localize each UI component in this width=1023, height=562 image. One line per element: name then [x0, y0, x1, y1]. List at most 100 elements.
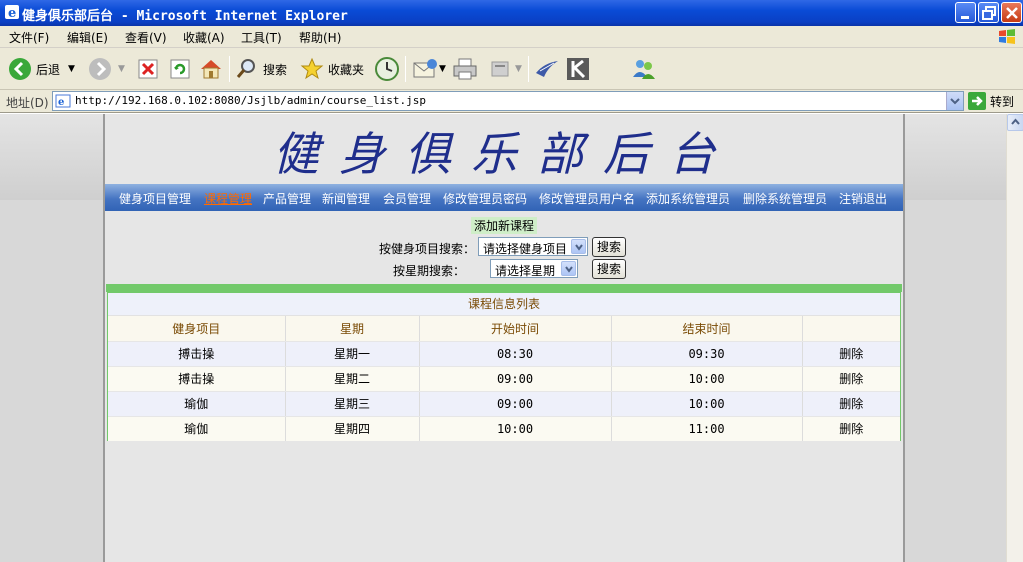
page-viewport: 健身俱乐部后台 健身项目管理 课程管理 产品管理 新闻管理 会员管理 修改管理员…	[0, 114, 1006, 562]
nav-courses[interactable]: 课程管理	[204, 190, 252, 207]
history-icon	[375, 57, 399, 81]
nav-add-admin[interactable]: 添加系统管理员	[646, 190, 730, 207]
table-row: 搏击操 星期一 08:30 09:30 删除	[108, 341, 900, 367]
chevron-down-icon	[571, 239, 586, 254]
delete-link[interactable]: 删除	[802, 341, 900, 367]
refresh-button[interactable]	[169, 54, 191, 84]
site-title: 健身俱乐部后台	[273, 127, 735, 181]
page-header: 健身俱乐部后台	[105, 114, 903, 184]
edit-button[interactable]: ▼	[490, 54, 522, 84]
edit-dropdown-icon[interactable]: ▼	[515, 64, 522, 74]
contacts-button[interactable]	[631, 54, 657, 84]
forward-dropdown-icon[interactable]: ▼	[118, 64, 125, 74]
search-icon	[236, 59, 255, 78]
address-input[interactable]: e http://192.168.0.102:8080/Jsjlb/admin/…	[52, 91, 964, 111]
nav-products[interactable]: 产品管理	[263, 190, 311, 207]
window-titlebar: e 健身俱乐部后台 - Microsoft Internet Explorer	[0, 0, 1023, 26]
address-url: http://192.168.0.102:8080/Jsjlb/admin/co…	[75, 94, 426, 107]
history-button[interactable]	[374, 54, 400, 84]
nav-delete-admin[interactable]: 删除系统管理员	[743, 190, 827, 207]
menu-view[interactable]: 查看(V)	[125, 29, 167, 46]
nav-fitness-projects[interactable]: 健身项目管理	[119, 190, 191, 207]
back-button[interactable]: 后退 ▼	[8, 54, 75, 84]
cell-project: 搏击操	[108, 366, 286, 392]
stop-icon	[138, 59, 158, 79]
search-label: 搜索	[263, 62, 288, 77]
svg-text:e: e	[8, 6, 16, 20]
favorites-button[interactable]: 收藏夹	[300, 54, 364, 84]
vertical-scrollbar[interactable]	[1006, 114, 1023, 562]
project-select[interactable]: 请选择健身项目	[478, 237, 588, 256]
forward-button[interactable]: ▼	[88, 54, 125, 84]
menu-edit[interactable]: 编辑(E)	[67, 29, 108, 46]
refresh-icon	[170, 59, 190, 79]
menu-tools[interactable]: 工具(T)	[241, 29, 282, 46]
search-weekday-button[interactable]: 搜索	[592, 259, 626, 279]
table-row: 搏击操 星期二 09:00 10:00 删除	[108, 366, 900, 392]
cell-weekday: 星期二	[285, 366, 420, 392]
scroll-up-button[interactable]	[1007, 114, 1023, 131]
nav-news[interactable]: 新闻管理	[322, 190, 370, 207]
mail-button[interactable]: ▼	[412, 54, 446, 84]
forward-arrow-icon	[89, 58, 111, 80]
go-button[interactable]: 转到	[968, 92, 1014, 110]
cell-project: 瑜伽	[108, 416, 286, 442]
k-button[interactable]	[566, 54, 590, 84]
weekday-select[interactable]: 请选择星期	[490, 259, 578, 278]
search-button[interactable]: 搜索	[235, 54, 287, 84]
weekday-select-value: 请选择星期	[495, 264, 556, 278]
search-project-button[interactable]: 搜索	[592, 237, 626, 257]
bird-icon	[536, 61, 558, 77]
delete-link[interactable]: 删除	[802, 416, 900, 442]
course-table: 健身项目 星期 开始时间 结束时间 搏击操 星期一 08:30 09:30 删除	[108, 316, 900, 442]
mail-dropdown-icon[interactable]: ▼	[439, 64, 446, 74]
table-top-bar	[106, 284, 902, 292]
restore-button[interactable]	[978, 2, 999, 23]
menu-file[interactable]: 文件(F)	[9, 29, 49, 46]
minimize-button[interactable]	[955, 2, 976, 23]
add-course-link[interactable]: 添加新课程	[471, 217, 538, 234]
nav-change-admin-username[interactable]: 修改管理员用户名	[539, 190, 635, 207]
back-dropdown-icon[interactable]: ▼	[68, 64, 75, 74]
edit-page-icon	[491, 61, 509, 77]
window-title: 健身俱乐部后台 - Microsoft Internet Explorer	[22, 9, 348, 24]
project-select-value: 请选择健身项目	[483, 242, 568, 256]
home-icon	[201, 60, 221, 79]
search-by-weekday-label: 按星期搜索：	[393, 264, 466, 278]
nav-bar: 健身项目管理 课程管理 产品管理 新闻管理 会员管理 修改管理员密码 修改管理员…	[105, 184, 903, 211]
k-logo-icon	[567, 58, 589, 80]
stop-button[interactable]	[137, 54, 159, 84]
toolbar-separator	[229, 56, 230, 82]
close-button[interactable]	[1001, 2, 1022, 23]
menu-favorites[interactable]: 收藏(A)	[183, 29, 225, 46]
go-label: 转到	[990, 94, 1015, 109]
print-button[interactable]	[452, 54, 478, 84]
menu-help[interactable]: 帮助(H)	[299, 29, 341, 46]
minimize-icon	[961, 16, 969, 19]
printer-icon	[453, 58, 477, 80]
search-by-weekday-row: 按星期搜索： 请选择星期 搜索	[379, 259, 629, 280]
header-start-time: 开始时间	[419, 316, 612, 342]
cell-start-time: 09:00	[419, 366, 612, 392]
header-weekday: 星期	[285, 316, 420, 342]
menu-bar: 文件(F) 编辑(E) 查看(V) 收藏(A) 工具(T) 帮助(H)	[0, 26, 1023, 48]
cell-weekday: 星期三	[285, 391, 420, 417]
nav-members[interactable]: 会员管理	[383, 190, 431, 207]
cell-weekday: 星期一	[285, 341, 420, 367]
header-actions	[802, 316, 900, 342]
cell-start-time: 08:30	[419, 341, 612, 367]
messenger-button[interactable]	[534, 54, 560, 84]
delete-link[interactable]: 删除	[802, 391, 900, 417]
cell-end-time: 10:00	[611, 391, 803, 417]
delete-link[interactable]: 删除	[802, 366, 900, 392]
home-button[interactable]	[199, 54, 223, 84]
chevron-down-icon	[561, 261, 576, 276]
address-bar: 地址(D) e http://192.168.0.102:8080/Jsjlb/…	[0, 90, 1023, 113]
cell-weekday: 星期四	[285, 416, 420, 442]
cell-project: 搏击操	[108, 341, 286, 367]
back-label: 后退	[36, 62, 61, 77]
nav-change-admin-password[interactable]: 修改管理员密码	[443, 190, 527, 207]
address-dropdown-button[interactable]	[946, 92, 963, 110]
windows-logo-icon	[999, 29, 1015, 44]
nav-logout[interactable]: 注销退出	[839, 190, 887, 207]
